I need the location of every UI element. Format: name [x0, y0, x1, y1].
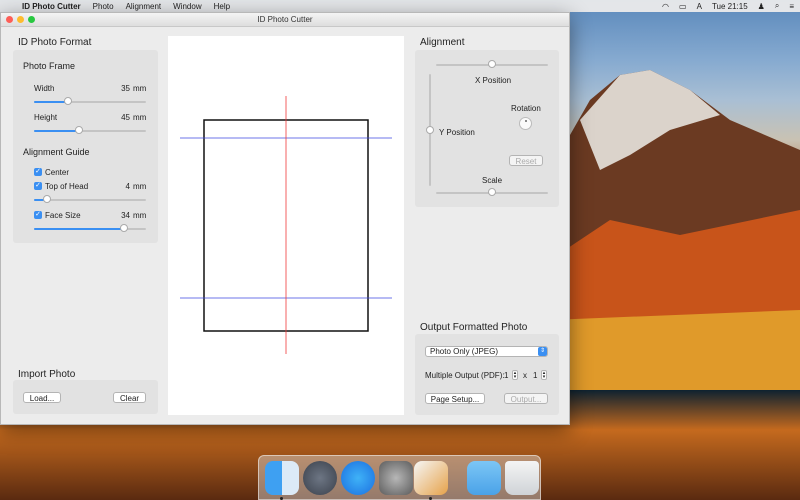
width-slider[interactable] — [34, 97, 146, 105]
width-unit: mm — [133, 84, 147, 93]
width-label: Width — [34, 84, 55, 93]
reset-button[interactable]: Reset — [509, 155, 543, 166]
zoom-window-button[interactable] — [28, 16, 35, 23]
x-position-slider-knob[interactable] — [488, 60, 496, 68]
x-position-label: X Position — [475, 76, 512, 85]
status-area: ◠ ▭ A Tue 21:15 ♟ ⌕ ≡ — [662, 0, 794, 12]
battery-icon[interactable]: ▭ — [679, 2, 687, 11]
face-size-checkbox[interactable]: ✓ — [34, 211, 42, 219]
close-window-button[interactable] — [6, 16, 13, 23]
rows-stepper[interactable]: ▴ ▾ — [541, 370, 547, 380]
top-of-head-checkbox[interactable]: ✓ — [34, 182, 42, 190]
output-panel: Photo Only (JPEG) ⇕ Multiple Output (PDF… — [415, 334, 559, 415]
scale-slider[interactable] — [436, 188, 548, 196]
columns-stepper[interactable]: ▴ ▾ — [512, 370, 518, 380]
load-button[interactable]: Load... — [23, 392, 61, 403]
top-of-head-slider[interactable] — [34, 195, 146, 203]
multiple-output-label: Multiple Output (PDF): — [425, 371, 505, 380]
scale-label: Scale — [482, 176, 503, 185]
notification-center-icon[interactable]: ≡ — [789, 2, 794, 11]
launchpad-icon[interactable] — [303, 461, 337, 495]
multiply-sign: x — [523, 371, 527, 380]
rotation-label: Rotation — [511, 104, 541, 113]
face-size-slider-knob[interactable] — [119, 224, 128, 232]
width-slider-knob[interactable] — [63, 97, 72, 105]
output-button[interactable]: Output... — [504, 393, 548, 404]
window-title: ID Photo Cutter — [257, 15, 313, 24]
height-slider[interactable] — [34, 126, 146, 134]
minimize-window-button[interactable] — [17, 16, 24, 23]
top-of-head-slider-knob[interactable] — [43, 195, 52, 203]
user-icon[interactable]: ♟ — [758, 2, 765, 11]
alignment-guide-title: Alignment Guide — [23, 147, 90, 157]
face-size-slider[interactable] — [34, 224, 146, 232]
system-preferences-icon[interactable] — [379, 461, 413, 495]
height-value: 45 — [121, 113, 130, 122]
format-section-title: ID Photo Format — [18, 37, 92, 48]
menu-clock[interactable]: Tue 21:15 — [712, 2, 748, 11]
import-section-title: Import Photo — [18, 369, 76, 380]
face-size-label: Face Size — [45, 211, 81, 220]
width-slider-fill — [34, 101, 68, 103]
height-slider-knob[interactable] — [74, 126, 83, 134]
output-format-value: Photo Only (JPEG) — [430, 347, 499, 356]
rotation-dial[interactable] — [519, 117, 532, 130]
menu-bar: ID Photo Cutter Photo Alignment Window H… — [0, 0, 800, 12]
clear-button[interactable]: Clear — [113, 392, 146, 403]
input-source-icon[interactable]: A — [697, 2, 702, 11]
trash-icon[interactable] — [505, 461, 539, 495]
face-size-unit: mm — [133, 211, 147, 220]
id-photo-cutter-icon[interactable] — [414, 461, 448, 495]
top-of-head-label: Top of Head — [45, 182, 89, 191]
photo-frame-title: Photo Frame — [23, 61, 76, 71]
menu-window[interactable]: Window — [173, 2, 201, 11]
menu-photo[interactable]: Photo — [93, 2, 114, 11]
columns-value[interactable]: 1 — [504, 371, 508, 380]
alignment-panel: X Position Y Position Rotation Reset Sca… — [415, 50, 559, 207]
popup-arrows-icon: ⇕ — [538, 347, 547, 356]
finder-icon[interactable] — [265, 461, 299, 495]
alignment-section-title: Alignment — [420, 37, 465, 48]
menu-help[interactable]: Help — [214, 2, 230, 11]
center-checkbox[interactable]: ✓ — [34, 168, 42, 176]
downloads-folder-icon[interactable] — [467, 461, 501, 495]
wifi-icon[interactable]: ◠ — [662, 2, 669, 11]
top-of-head-unit: mm — [133, 182, 147, 191]
x-position-slider[interactable] — [436, 60, 548, 68]
output-format-popup[interactable]: Photo Only (JPEG) ⇕ — [425, 346, 548, 357]
menu-alignment[interactable]: Alignment — [126, 2, 162, 11]
face-size-slider-fill — [34, 228, 124, 230]
photo-preview-canvas[interactable] — [168, 36, 404, 415]
spotlight-search-icon[interactable]: ⌕ — [775, 1, 779, 11]
format-panel: Photo Frame Width 35 mm Height 45 mm Ali… — [13, 50, 158, 243]
import-panel: Load... Clear — [13, 380, 158, 414]
height-unit: mm — [133, 113, 147, 122]
face-size-value: 34 — [121, 211, 130, 220]
height-slider-fill — [34, 130, 79, 132]
app-store-icon[interactable] — [341, 461, 375, 495]
scale-slider-knob[interactable] — [488, 188, 496, 196]
center-label: Center — [45, 168, 70, 177]
y-position-slider-knob[interactable] — [426, 126, 434, 134]
top-of-head-value: 4 — [125, 182, 130, 191]
output-section-title: Output Formatted Photo — [420, 322, 528, 333]
window-titlebar[interactable]: ID Photo Cutter — [1, 13, 569, 27]
wallpaper-mountain — [550, 70, 800, 390]
photo-frame-preview — [180, 96, 392, 354]
dock — [258, 455, 541, 500]
page-setup-button[interactable]: Page Setup... — [425, 393, 485, 404]
y-position-label: Y Position — [439, 128, 475, 137]
rows-value[interactable]: 1 — [533, 371, 537, 380]
app-window: ID Photo Cutter ID Photo Format Photo Fr… — [0, 12, 570, 425]
menu-app-name[interactable]: ID Photo Cutter — [22, 2, 81, 11]
height-label: Height — [34, 113, 58, 122]
width-value: 35 — [121, 84, 130, 93]
